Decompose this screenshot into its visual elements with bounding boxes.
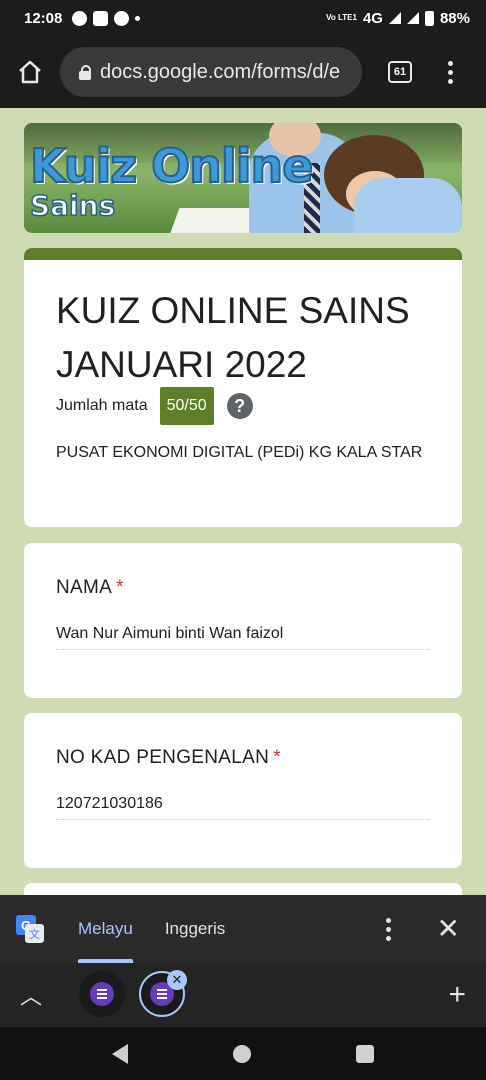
form-description: PUSAT EKONOMI DIGITAL (PEDi) KG KALA STA… — [56, 444, 423, 461]
home-icon — [19, 60, 41, 84]
battery-percent: 88% — [439, 9, 470, 27]
question-card-nama: NAMA * Wan Nur Aimuni binti Wan faizol — [24, 543, 462, 698]
status-time: 12:08 — [24, 9, 63, 27]
home-button[interactable] — [0, 59, 60, 85]
shopping-icon — [93, 10, 109, 26]
question-label: NAMA * — [56, 577, 124, 599]
tab-close-icon[interactable]: ✕ — [167, 970, 187, 990]
recents-icon[interactable] — [355, 1044, 374, 1063]
tab-switcher-button[interactable]: 61 — [388, 61, 412, 83]
translate-bar: G 文 Melayu Inggeris ✕ — [0, 895, 486, 963]
google-translate-icon: G 文 — [16, 915, 44, 943]
url-text: docs.google.com/forms/d/e — [100, 60, 341, 83]
required-asterisk: * — [273, 747, 281, 768]
volte-icon: Vo LTE1 — [326, 13, 357, 22]
chevron-up-icon[interactable]: ︿ — [20, 979, 44, 1011]
tab-strip: ︿ ✕ + — [0, 963, 486, 1027]
question-label: NO KAD PENGENALAN * — [56, 747, 281, 769]
browser-toolbar: docs.google.com/forms/d/e 61 — [0, 36, 486, 108]
url-bar[interactable]: docs.google.com/forms/d/e — [60, 47, 362, 97]
help-icon[interactable]: ? — [226, 393, 253, 419]
translate-menu-button[interactable] — [385, 917, 391, 941]
google-forms-icon — [90, 982, 114, 1006]
battery-icon — [424, 10, 434, 26]
question-text: NO KAD PENGENALAN — [56, 747, 270, 768]
signal-icon — [388, 12, 401, 24]
required-asterisk: * — [116, 577, 124, 598]
menu-dot — [385, 917, 391, 923]
form-banner-image: Kuiz Online Sains — [24, 123, 462, 233]
system-nav-bar — [0, 1027, 486, 1080]
form-title: KUIZ ONLINE SAINS JANUARI 2022 — [56, 290, 410, 385]
browser-menu-button[interactable] — [448, 60, 453, 84]
signal-icon-2 — [406, 12, 419, 24]
close-icon[interactable]: ✕ — [437, 915, 460, 943]
lock-icon — [78, 65, 91, 80]
menu-dot — [385, 935, 391, 941]
banner-title: Kuiz Online — [29, 138, 314, 194]
next-question-card — [24, 883, 462, 895]
score-row: Jumlah mata 50/50 ? — [56, 387, 253, 425]
card-accent-bar — [24, 248, 462, 260]
compass-icon — [114, 10, 130, 26]
tab-melayu[interactable]: Melayu — [78, 895, 133, 963]
new-tab-icon[interactable]: + — [448, 978, 466, 1012]
score-label: Jumlah mata — [56, 397, 148, 414]
banner-subtitle: Sains — [29, 188, 116, 223]
menu-dot — [448, 78, 453, 84]
score-badge: 50/50 — [159, 387, 214, 425]
more-notifications-icon — [135, 15, 141, 21]
banner-student-2 — [354, 178, 462, 233]
notification-icons — [72, 10, 141, 26]
page-content[interactable]: Kuiz Online Sains KUIZ ONLINE SAINS JANU… — [0, 108, 486, 895]
question-text: NAMA — [56, 577, 113, 598]
tab-inggeris[interactable]: Inggeris — [165, 895, 225, 963]
menu-dot — [448, 60, 453, 66]
answer-field[interactable]: 120721030186 — [56, 795, 430, 820]
network-label: 4G — [362, 9, 383, 27]
status-bar: 12:08 Vo LTE1 4G 88% — [0, 0, 486, 36]
form-header-card: KUIZ ONLINE SAINS JANUARI 2022 Jumlah ma… — [24, 248, 462, 527]
home-nav-icon[interactable] — [232, 1044, 251, 1063]
tab-forms-1[interactable] — [79, 971, 125, 1017]
chat-icon — [72, 10, 88, 26]
back-icon[interactable] — [112, 1043, 129, 1064]
question-card-ic: NO KAD PENGENALAN * 120721030186 — [24, 713, 462, 868]
menu-dot — [448, 69, 453, 75]
answer-field[interactable]: Wan Nur Aimuni binti Wan faizol — [56, 625, 430, 650]
menu-dot — [385, 926, 391, 932]
